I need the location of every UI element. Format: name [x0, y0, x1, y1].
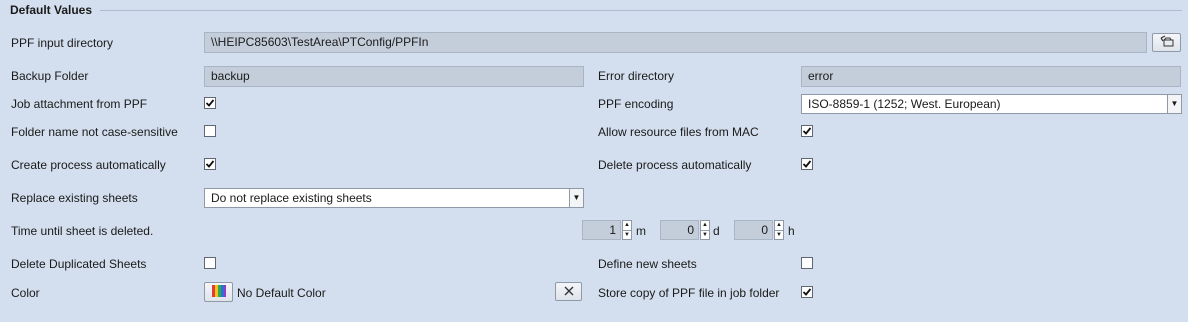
- spinner-up-icon[interactable]: ▲: [775, 221, 783, 230]
- job-attachment-label: Job attachment from PPF: [11, 97, 148, 111]
- delete-duplicated-checkbox[interactable]: [204, 257, 216, 269]
- define-new-sheets-checkbox[interactable]: [801, 257, 813, 269]
- checkmark-icon: [802, 127, 812, 135]
- color-label: Color: [11, 286, 40, 300]
- checkmark-icon: [205, 99, 215, 107]
- job-attachment-checkbox[interactable]: [204, 97, 216, 109]
- delete-process-label: Delete process automatically: [598, 158, 752, 172]
- color-picker-button[interactable]: [204, 282, 233, 302]
- create-process-label: Create process automatically: [11, 158, 166, 172]
- months-input[interactable]: 1: [582, 220, 621, 240]
- ppf-encoding-label: PPF encoding: [598, 97, 674, 111]
- allow-mac-label: Allow resource files from MAC: [598, 125, 759, 139]
- browse-folder-icon: [1159, 35, 1175, 50]
- months-spinner[interactable]: ▲ ▼: [622, 220, 632, 240]
- replace-sheets-value: Do not replace existing sheets: [211, 191, 372, 205]
- folder-case-checkbox[interactable]: [204, 125, 216, 137]
- ppf-encoding-value: ISO-8859-1 (1252; West. European): [808, 97, 1001, 111]
- store-copy-checkbox[interactable]: [801, 286, 813, 298]
- checkmark-icon: [802, 160, 812, 168]
- ppf-encoding-select[interactable]: ISO-8859-1 (1252; West. European) ▼: [801, 94, 1182, 114]
- spinner-down-icon[interactable]: ▼: [623, 229, 631, 240]
- days-input[interactable]: 0: [660, 220, 699, 240]
- chevron-down-icon[interactable]: ▼: [569, 189, 583, 207]
- replace-sheets-select[interactable]: Do not replace existing sheets ▼: [204, 188, 584, 208]
- create-process-checkbox[interactable]: [204, 158, 216, 170]
- browse-folder-button[interactable]: [1152, 33, 1181, 52]
- error-directory-field[interactable]: error: [801, 66, 1181, 87]
- spinner-up-icon[interactable]: ▲: [623, 221, 631, 230]
- backup-folder-field[interactable]: backup: [204, 66, 584, 87]
- section-title: Default Values: [10, 3, 93, 17]
- define-new-sheets-label: Define new sheets: [598, 257, 697, 271]
- hours-unit-label: h: [788, 224, 795, 238]
- section-divider: [100, 10, 1182, 11]
- days-spinner[interactable]: ▲ ▼: [700, 220, 710, 240]
- replace-sheets-label: Replace existing sheets: [11, 191, 138, 205]
- store-copy-label: Store copy of PPF file in job folder: [598, 286, 780, 300]
- ppf-input-field[interactable]: \\HEIPC85603\TestArea\PTConfig/PPFIn: [204, 32, 1147, 53]
- days-unit-label: d: [713, 224, 720, 238]
- error-directory-label: Error directory: [598, 69, 675, 83]
- hours-input[interactable]: 0: [734, 220, 773, 240]
- color-value: No Default Color: [237, 286, 326, 300]
- color-palette-icon: [211, 284, 227, 301]
- chevron-down-icon[interactable]: ▼: [1167, 95, 1181, 113]
- time-until-delete-label: Time until sheet is deleted.: [11, 224, 154, 238]
- checkmark-icon: [205, 160, 215, 168]
- allow-mac-checkbox[interactable]: [801, 125, 813, 137]
- spinner-down-icon[interactable]: ▼: [701, 229, 709, 240]
- months-unit-label: m: [636, 224, 646, 238]
- delete-process-checkbox[interactable]: [801, 158, 813, 170]
- folder-case-label: Folder name not case-sensitive: [11, 125, 178, 139]
- ppf-input-label: PPF input directory: [11, 36, 114, 50]
- clear-color-button[interactable]: [555, 282, 582, 301]
- spinner-up-icon[interactable]: ▲: [701, 221, 709, 230]
- close-icon: [564, 285, 574, 299]
- spinner-down-icon[interactable]: ▼: [775, 229, 783, 240]
- checkmark-icon: [802, 288, 812, 296]
- delete-duplicated-label: Delete Duplicated Sheets: [11, 257, 147, 271]
- backup-folder-label: Backup Folder: [11, 69, 89, 83]
- hours-spinner[interactable]: ▲ ▼: [774, 220, 784, 240]
